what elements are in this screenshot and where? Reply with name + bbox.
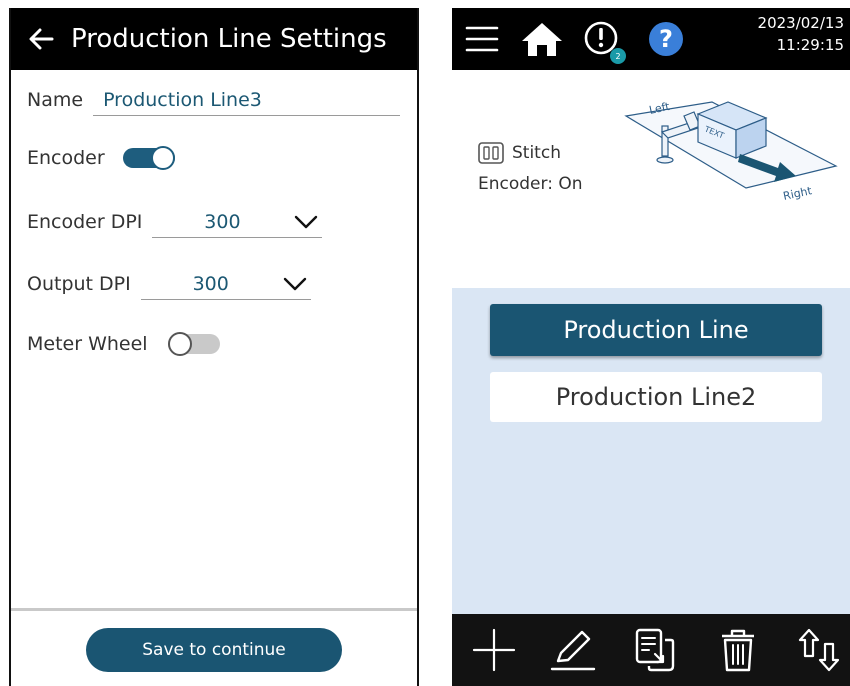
encoder-toggle[interactable] <box>122 146 175 170</box>
settings-footer: Save to continue <box>11 608 417 686</box>
sort-button[interactable] <box>792 614 846 686</box>
name-input[interactable]: Production Line3 <box>93 84 401 116</box>
home-icon <box>522 23 562 56</box>
menu-icon <box>465 26 499 52</box>
add-button[interactable] <box>470 614 518 686</box>
output-dpi-select[interactable]: 300 <box>140 268 311 300</box>
arrow-left-icon <box>29 28 54 50</box>
settings-header: Production Line Settings <box>11 8 417 70</box>
toggle-knob <box>150 146 175 170</box>
edit-button[interactable] <box>546 614 600 686</box>
page-title: Production Line Settings <box>71 24 387 54</box>
copy-icon <box>635 628 675 672</box>
right-direction-label: Right <box>782 184 814 203</box>
meter-wheel-label: Meter Wheel <box>27 333 148 355</box>
action-toolbar <box>452 614 850 686</box>
edit-icon <box>550 630 596 671</box>
name-row: Name Production Line3 <box>27 84 401 116</box>
help-icon: ? <box>649 22 683 56</box>
stitch-indicator: Stitch <box>478 142 561 164</box>
svg-text:?: ? <box>659 25 673 53</box>
encoder-status: Encoder: On <box>478 174 583 194</box>
back-button[interactable] <box>19 8 63 70</box>
encoder-label: Encoder <box>27 147 105 169</box>
toggle-knob <box>167 332 192 356</box>
delete-button[interactable] <box>716 614 760 686</box>
alert-badge: 2 <box>615 52 620 61</box>
meter-wheel-toggle[interactable] <box>167 332 220 356</box>
menu-button[interactable] <box>462 8 502 70</box>
line-preview-panel: Stitch Encoder: On TEXT Left Right <box>452 70 850 288</box>
alert-button[interactable]: 2 <box>582 8 628 70</box>
encoder-dpi-select[interactable]: 300 <box>152 206 323 238</box>
main-toolbar: 2 ? 2023/02/13 11:29:15 <box>452 8 850 70</box>
copy-button[interactable] <box>630 614 680 686</box>
time-text: 11:29:15 <box>776 36 844 54</box>
delete-icon <box>722 629 754 672</box>
alert-icon: 2 <box>584 21 626 64</box>
production-line-settings-screen: Production Line Settings Name Production… <box>9 8 419 686</box>
encoder-row: Encoder <box>27 146 175 170</box>
print-direction-diagram: TEXT Left Right <box>624 100 838 203</box>
name-label: Name <box>27 89 84 111</box>
help-button[interactable]: ? <box>646 8 686 70</box>
encoder-dpi-label: Encoder DPI <box>27 211 143 233</box>
encoder-dpi-row: Encoder DPI 300 <box>27 206 323 238</box>
sort-icon <box>798 628 840 672</box>
chevron-down-icon <box>292 212 320 232</box>
output-dpi-value: 300 <box>192 272 229 295</box>
add-icon <box>472 628 516 672</box>
output-dpi-row: Output DPI 300 <box>27 268 311 300</box>
production-line-item[interactable]: Production Line2 <box>490 372 822 422</box>
date-text: 2023/02/13 <box>757 14 844 32</box>
chevron-down-icon <box>281 274 309 294</box>
stitch-icon <box>478 142 504 164</box>
stitch-label: Stitch <box>512 143 561 163</box>
output-dpi-label: Output DPI <box>27 273 131 295</box>
meter-wheel-row: Meter Wheel <box>27 332 220 356</box>
home-button[interactable] <box>518 8 566 70</box>
save-button[interactable]: Save to continue <box>86 627 342 672</box>
encoder-dpi-value: 300 <box>204 210 241 233</box>
date-time: 2023/02/13 11:29:15 <box>758 12 844 56</box>
production-line-item-selected[interactable]: Production Line <box>490 304 822 356</box>
production-line-list-screen: 2 ? 2023/02/13 11:29:15 Stitch Encoder: … <box>452 8 850 686</box>
